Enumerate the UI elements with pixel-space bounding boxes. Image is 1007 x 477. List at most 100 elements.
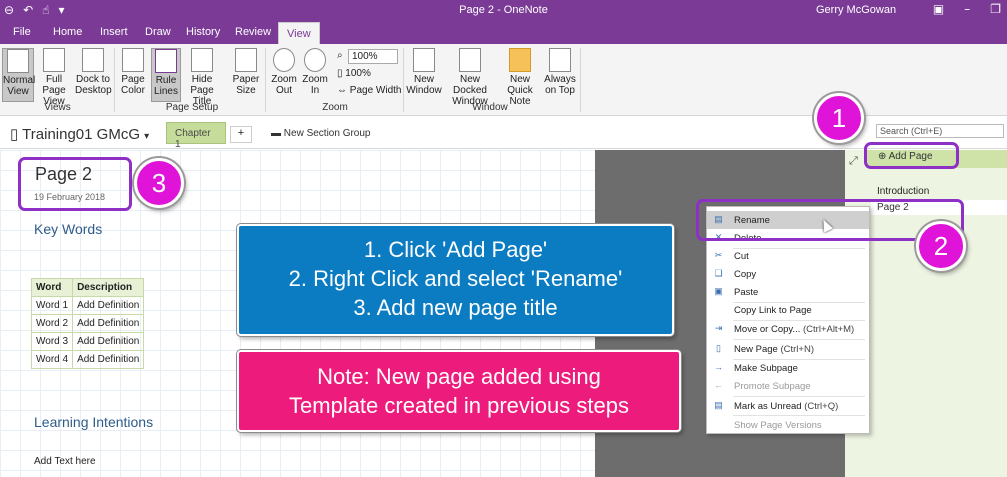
docked-window-icon — [459, 48, 481, 72]
rule-lines-button[interactable]: Rule Lines — [151, 48, 181, 102]
instructions-callout: 1. Click 'Add Page' 2. Right Click and s… — [237, 224, 674, 336]
normal-view-button[interactable]: Normal View — [2, 48, 35, 102]
quick-note-icon — [509, 48, 531, 72]
ribbon-separator — [580, 48, 581, 112]
tab-review[interactable]: Review — [235, 26, 271, 38]
ribbon-separator — [403, 48, 404, 112]
menu-item-cut[interactable]: ✂ Cut — [707, 247, 869, 265]
menu-item-copy-link[interactable]: Copy Link to Page — [707, 301, 869, 319]
full-page-view-button[interactable]: Full Page View — [36, 48, 72, 107]
section-group-icon: ▬ — [271, 128, 284, 139]
learning-intentions-heading[interactable]: Learning Intentions — [34, 414, 153, 430]
tab-file[interactable]: File — [13, 26, 31, 38]
ribbon-separator — [114, 48, 115, 112]
menu-item-promote-subpage[interactable]: ← Promote Subpage — [707, 377, 869, 395]
restore-icon[interactable]: ❐ — [990, 2, 1001, 16]
zoom-in-button[interactable]: Zoom In — [301, 48, 329, 96]
tab-history[interactable]: History — [186, 26, 220, 38]
table-cell[interactable]: Word 4 — [30, 350, 74, 369]
table-header[interactable]: Word — [30, 278, 74, 297]
table-row: Word 2 Add Definition — [30, 314, 145, 333]
new-window-icon — [413, 48, 435, 72]
add-section-button[interactable]: + — [230, 126, 252, 143]
arrow-left-icon: ← — [714, 380, 723, 390]
new-window-button[interactable]: New Window — [406, 48, 442, 96]
add-text-placeholder[interactable]: Add Text here — [34, 456, 96, 467]
always-on-top-button[interactable]: Always on Top — [544, 48, 576, 96]
paper-size-icon — [235, 48, 257, 72]
hide-page-title-button[interactable]: Hide Page Title — [183, 48, 221, 107]
highlight-page-title — [18, 157, 132, 211]
menu-item-mark-unread[interactable]: ▤ Mark as Unread (Ctrl+Q) — [707, 397, 869, 415]
notebook-icon: ▯ — [10, 126, 19, 143]
full-page-view-icon — [43, 48, 65, 72]
tab-draw[interactable]: Draw — [145, 26, 171, 38]
scissors-icon: ✂ — [714, 250, 723, 260]
step-3-badge: 3 — [134, 158, 184, 208]
tab-home[interactable]: Home — [53, 26, 82, 38]
zoom-100-button[interactable]: ▯ 100% — [337, 68, 371, 79]
menu-item-make-subpage[interactable]: → Make Subpage — [707, 359, 869, 377]
title-bar: ⊖ ↶ ☝ ▾ Page 2 - OneNote Gerry McGowan ▣… — [0, 0, 1007, 22]
new-page-icon: ▯ — [716, 343, 721, 353]
key-words-table[interactable]: Word Description Word 1 Add Definition W… — [30, 278, 145, 369]
table-header-row: Word Description — [30, 278, 145, 297]
instruction-line: 3. Add new page title — [353, 295, 558, 320]
zoom-out-button[interactable]: Zoom Out — [270, 48, 298, 96]
menu-item-copy[interactable]: ❏ Copy — [707, 265, 869, 283]
minimize-icon[interactable]: – — [964, 2, 970, 16]
table-cell[interactable]: Word 3 — [30, 332, 74, 351]
table-header[interactable]: Description — [72, 278, 145, 297]
table-cell[interactable]: Add Definition — [72, 296, 145, 315]
note-callout: Note: New page added using Template crea… — [237, 350, 681, 432]
page-list-item-introduction[interactable]: Introduction — [877, 186, 929, 197]
table-cell[interactable]: Add Definition — [72, 332, 145, 351]
views-group-label: Views — [44, 102, 71, 113]
table-row: Word 3 Add Definition — [30, 332, 145, 351]
normal-view-icon — [7, 49, 29, 73]
note-line: Template created in previous steps — [289, 393, 629, 418]
table-cell[interactable]: Add Definition — [72, 350, 145, 369]
ribbon-tabs: File Home Insert Draw History Review Vie… — [0, 22, 1007, 44]
new-docked-window-button[interactable]: New Docked Window — [444, 48, 496, 107]
page-color-icon — [122, 48, 144, 72]
page-width-button[interactable]: ⇔ Page Width — [337, 85, 401, 96]
page-color-button[interactable]: Page Color — [117, 48, 149, 96]
move-icon: ⇥ — [714, 323, 723, 333]
instruction-line: 1. Click 'Add Page' — [363, 237, 548, 262]
ribbon-separator — [265, 48, 266, 112]
ribbon-display-icon[interactable]: ▣ — [933, 2, 944, 16]
paste-icon: ▣ — [714, 286, 723, 296]
section-tab-chapter-1[interactable]: Chapter 1 — [166, 122, 226, 150]
step-2-badge: 2 — [916, 221, 966, 271]
pin-icon — [549, 48, 571, 72]
search-input[interactable]: Search (Ctrl+E) — [876, 124, 1004, 138]
hide-title-icon — [191, 48, 213, 72]
tab-insert[interactable]: Insert — [100, 26, 128, 38]
zoom-in-icon — [304, 48, 326, 72]
menu-item-show-versions[interactable]: Show Page Versions — [707, 416, 869, 434]
tab-view[interactable]: View — [278, 22, 320, 44]
copy-icon: ❏ — [714, 268, 723, 278]
dock-icon — [82, 48, 104, 72]
paper-size-button[interactable]: Paper Size — [232, 48, 260, 96]
menu-item-paste[interactable]: ▣ Paste — [707, 283, 869, 301]
table-row: Word 1 Add Definition — [30, 296, 145, 315]
expand-icon[interactable]: ⤢ — [849, 155, 858, 168]
notebook-selector[interactable]: ▯ Training01 GMcG ▾ — [10, 125, 149, 143]
note-line: Note: New page added using — [317, 364, 601, 389]
table-cell[interactable]: Word 2 — [30, 314, 74, 333]
zoom-level-select[interactable]: 100% — [348, 49, 398, 64]
user-name[interactable]: Gerry McGowan — [816, 4, 896, 16]
menu-item-new-page[interactable]: ▯ New Page (Ctrl+N) — [707, 340, 869, 358]
table-cell[interactable]: Word 1 — [30, 296, 74, 315]
key-words-heading[interactable]: Key Words — [34, 221, 102, 237]
dock-to-desktop-button[interactable]: Dock to Desktop — [75, 48, 112, 96]
menu-item-move-or-copy[interactable]: ⇥ Move or Copy... (Ctrl+Alt+M) — [707, 320, 869, 338]
zoom-out-icon — [273, 48, 295, 72]
new-quick-note-button[interactable]: New Quick Note — [498, 48, 542, 107]
magnifier-icon: ⌕ — [337, 50, 343, 61]
new-section-group-button[interactable]: ▬ New Section Group — [271, 128, 371, 139]
table-cell[interactable]: Add Definition — [72, 314, 145, 333]
highlight-add-page — [864, 142, 959, 169]
